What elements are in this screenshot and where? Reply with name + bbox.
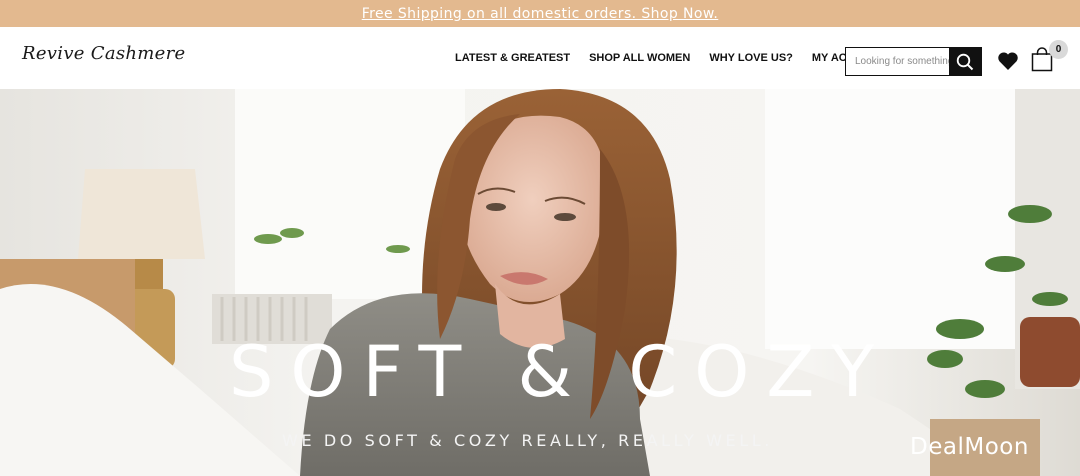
nav-why-love-us[interactable]: WHY LOVE US? [709,52,793,64]
hero-title: SOFT & COZY [228,331,892,413]
hero-image [0,89,1080,476]
site-header: Revive Cashmere LATEST & GREATEST SHOP A… [0,27,1080,89]
search-button[interactable] [949,47,981,76]
hero-banner[interactable]: SOFT & COZY WE DO SOFT & COZY REALLY, RE… [0,89,1080,476]
nav-shop-all-women[interactable]: SHOP ALL WOMEN [589,52,690,64]
cart-count-badge: 0 [1049,40,1068,59]
search-bar [845,47,982,76]
nav-latest-greatest[interactable]: LATEST & GREATEST [455,52,570,64]
watermark: DealMoon [910,434,1029,460]
promo-bar: Free Shipping on all domestic orders. Sh… [0,0,1080,27]
heart-icon [998,52,1018,70]
logo[interactable]: Revive Cashmere [22,43,186,64]
main-nav: LATEST & GREATEST SHOP ALL WOMEN WHY LOV… [455,27,905,89]
search-icon [956,53,974,70]
free-shipping-link[interactable]: Free Shipping on all domestic orders. Sh… [362,6,719,22]
search-input[interactable] [846,48,949,75]
wishlist-button[interactable] [997,51,1019,71]
